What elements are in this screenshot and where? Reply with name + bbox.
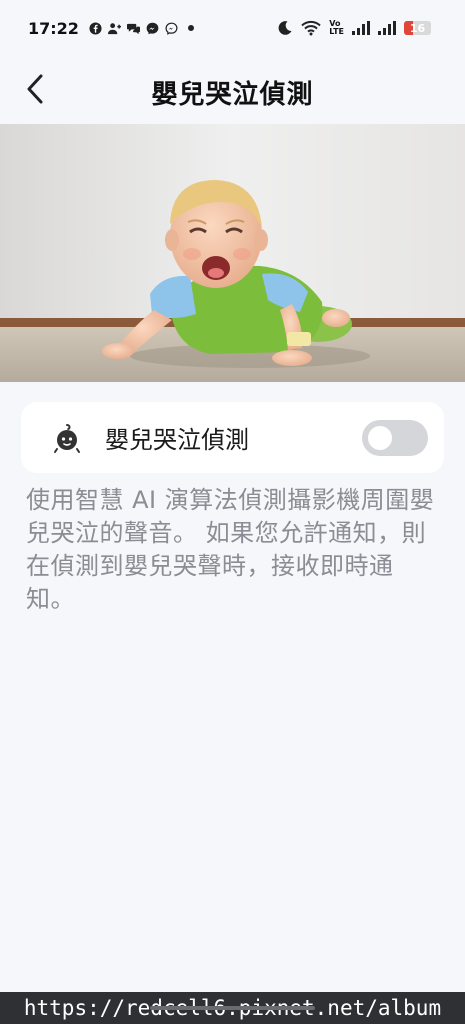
do-not-disturb-moon-icon (278, 21, 292, 35)
baby-face-icon (54, 423, 80, 453)
more-notifications-dot (187, 25, 194, 31)
wifi-icon (301, 20, 321, 36)
status-time: 17:22 (28, 18, 79, 38)
contacts-icon (107, 22, 121, 34)
app-header: 嬰兒哭泣偵測 (0, 56, 465, 122)
home-indicator[interactable] (150, 1006, 315, 1010)
signal-strength-icon-sim1 (352, 21, 370, 35)
hero-image (0, 124, 465, 382)
setting-label: 嬰兒哭泣偵測 (105, 426, 249, 454)
page-title: 嬰兒哭泣偵測 (151, 80, 314, 110)
baby-cry-detection-setting: 嬰兒哭泣偵測 (21, 402, 444, 473)
messenger-outline-icon (165, 22, 178, 35)
battery-indicator: 16 (404, 21, 431, 35)
battery-level-text: 16 (409, 21, 426, 35)
crying-baby-illustration (0, 124, 465, 382)
toggle-knob (368, 425, 392, 450)
volte-indicator: Vo LTE (329, 20, 344, 36)
signal-strength-icon-sim2 (378, 21, 396, 35)
status-bar-left: 17:22 (28, 19, 194, 38)
chat-bubbles-icon (126, 23, 140, 34)
facebook-icon (89, 21, 102, 35)
volte-label-bottom: LTE (329, 27, 344, 36)
baby-cry-detection-toggle[interactable] (362, 419, 428, 456)
feature-description: 使用智慧 AI 演算法偵測攝影機周圍嬰兒哭泣的聲音。 如果您允許通知，則在偵測到… (26, 486, 435, 613)
messenger-icon (146, 22, 159, 34)
status-bar: 17:22 Vo LTE 16 (0, 0, 465, 56)
status-bar-right: Vo LTE 16 (277, 20, 431, 36)
